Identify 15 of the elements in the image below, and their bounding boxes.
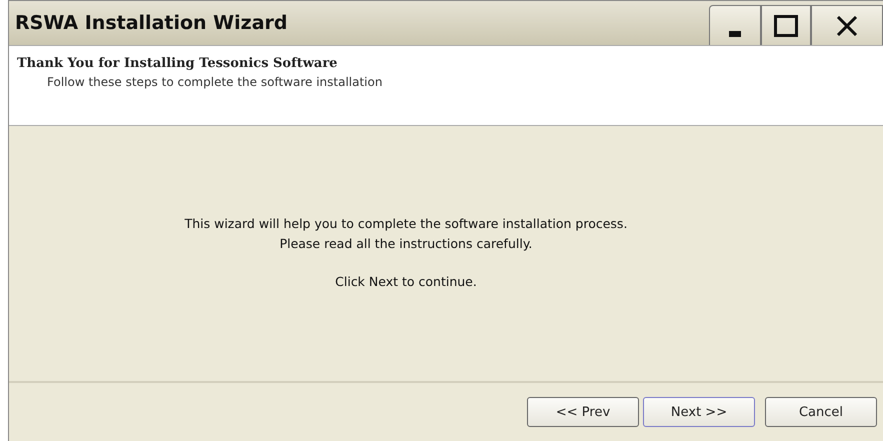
header-title: Thank You for Installing Tessonics Software	[17, 56, 338, 71]
close-icon	[836, 16, 858, 36]
instruction-text: Click Next to continue.	[335, 273, 477, 291]
header-subtitle: Follow these steps to complete the software installation	[46, 75, 384, 89]
close-button[interactable]	[811, 5, 883, 45]
prev-button[interactable]: << Prev	[527, 397, 639, 427]
next-button[interactable]: Next >>	[643, 397, 755, 427]
instruction-text: This wizard will help you to complete the software installation process.	[184, 215, 628, 233]
minimize-icon	[729, 30, 741, 36]
window-title: RSWA Installation Wizard	[14, 12, 288, 34]
minimize-button[interactable]	[709, 5, 761, 45]
maximize-button[interactable]	[761, 5, 811, 45]
cancel-button[interactable]: Cancel	[765, 397, 877, 427]
maximize-icon	[774, 14, 798, 36]
instruction-text: Please read all the instructions carefully.	[280, 235, 532, 253]
